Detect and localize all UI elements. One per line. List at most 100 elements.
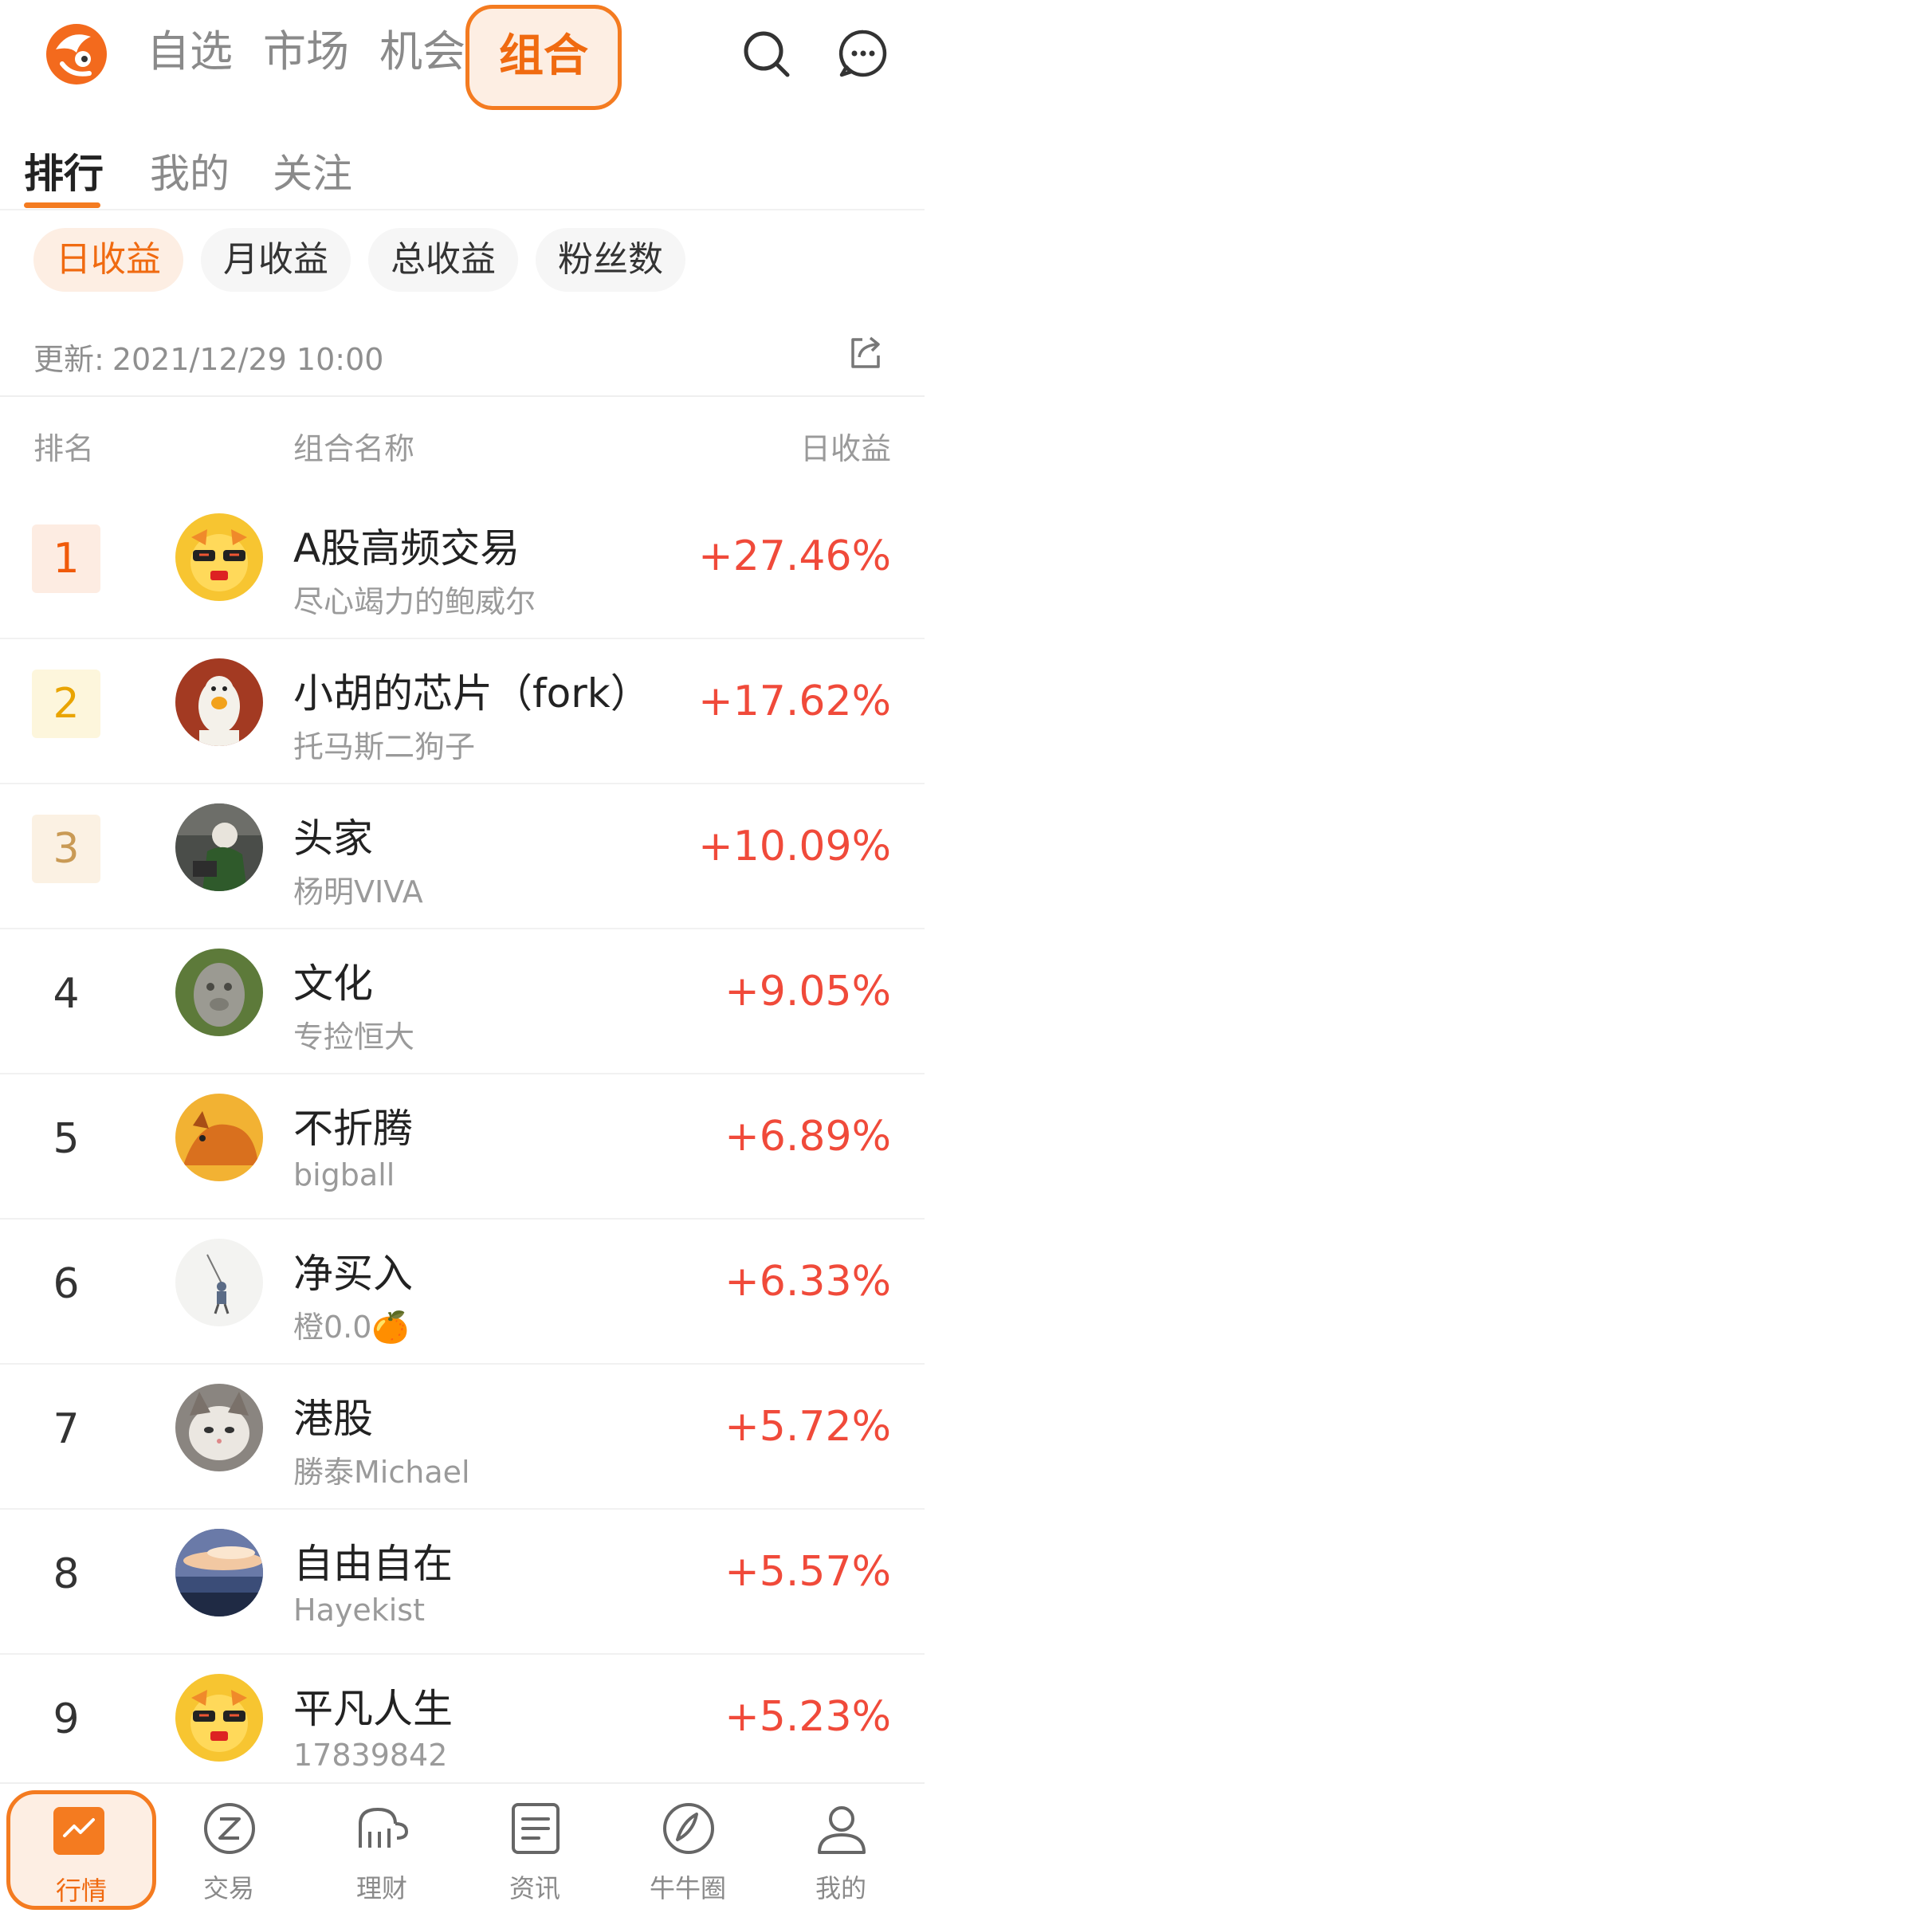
portfolio-name: 港股 <box>293 1396 373 1442</box>
column-header-gain[interactable]: 日收益 <box>717 424 891 468</box>
ranking-row[interactable]: 1 A股高频交易 尽心竭力的鲍威尔 +27.46% <box>0 494 925 639</box>
portfolio-name: A股高频交易 <box>293 525 520 572</box>
bottom-tab-wealth[interactable]: 理财 <box>306 1784 457 1913</box>
bottom-tab-label: 资讯 <box>509 1873 560 1903</box>
tab-watchlist[interactable]: 自选 <box>147 24 233 80</box>
profile-icon <box>818 1806 866 1854</box>
bottom-tab-label: 牛牛圈 <box>649 1873 726 1903</box>
tab-portfolio[interactable]: 组合 <box>465 5 622 110</box>
avatar[interactable] <box>175 1674 263 1762</box>
ranking-list: 1 A股高频交易 尽心竭力的鲍威尔 +27.46% 2 小胡的芯片（fork） … <box>0 494 925 1800</box>
rank-number: 6 <box>53 1260 80 1308</box>
portfolio-name: 不折腾 <box>293 1106 413 1152</box>
column-header-name: 组合名称 <box>293 431 415 466</box>
ranking-row[interactable]: 4 文化 专捡恒大 +9.05% <box>0 929 925 1074</box>
chart-icon <box>53 1807 104 1855</box>
bottom-tab-label: 交易 <box>202 1873 254 1903</box>
daily-gain: +9.05% <box>724 968 891 1015</box>
bottom-tab-news[interactable]: 资讯 <box>459 1784 611 1913</box>
bottom-tab-community[interactable]: 牛牛圈 <box>612 1784 764 1913</box>
ranking-row[interactable]: 7 港股 勝泰Michael +5.72% <box>0 1365 925 1510</box>
update-label: 更新: <box>33 342 104 377</box>
portfolio-owner: Hayekist <box>293 1593 425 1628</box>
community-icon <box>663 1803 714 1854</box>
daily-gain: +5.23% <box>724 1693 891 1741</box>
bottom-tab-trade[interactable]: 交易 <box>153 1784 304 1913</box>
daily-gain: +6.89% <box>724 1113 891 1161</box>
message-icon[interactable] <box>837 27 889 80</box>
ranking-row[interactable]: 2 小胡的芯片（fork） 托马斯二狗子 +17.62% <box>0 639 925 784</box>
avatar[interactable] <box>175 949 263 1036</box>
filter-chips: 日收益 月收益 总收益 粉丝数 <box>0 228 925 292</box>
update-time: 更新: 2021/12/29 10:00 <box>33 335 383 379</box>
avatar[interactable] <box>175 1239 263 1326</box>
portfolio-name: 平凡人生 <box>293 1686 453 1732</box>
top-nav: 自选 市场 机会 组合 <box>0 0 925 112</box>
app-logo-icon[interactable] <box>40 18 113 91</box>
daily-gain: +5.72% <box>724 1403 891 1451</box>
portfolio-owner: 17839842 <box>293 1738 448 1773</box>
daily-gain: +5.57% <box>724 1548 891 1596</box>
trade-icon <box>204 1803 255 1854</box>
portfolio-name: 自由自在 <box>293 1541 453 1587</box>
portfolio-owner: 橙0.0🍊 <box>293 1310 410 1345</box>
avatar[interactable] <box>175 1384 263 1471</box>
filter-followers[interactable]: 粉丝数 <box>536 228 685 292</box>
portfolio-owner: 尽心竭力的鲍威尔 <box>293 584 536 619</box>
tab-market[interactable]: 市场 <box>263 24 349 80</box>
daily-gain: +6.33% <box>724 1258 891 1306</box>
rank-number: 8 <box>53 1550 80 1598</box>
rank-badge: 3 <box>32 815 100 883</box>
avatar[interactable] <box>175 1094 263 1181</box>
bottom-tab-market[interactable]: 行情 <box>6 1790 156 1910</box>
subtab-ranking[interactable]: 排行 <box>24 142 104 199</box>
portfolio-owner: 杨明VIVA <box>293 874 423 909</box>
filter-total-return[interactable]: 总收益 <box>368 228 518 292</box>
avatar[interactable] <box>175 658 263 746</box>
news-icon <box>512 1803 560 1854</box>
filter-daily-return[interactable]: 日收益 <box>33 228 183 292</box>
portfolio-owner: 专捡恒大 <box>293 1019 415 1055</box>
portfolio-name: 头家 <box>293 815 373 862</box>
bottom-tab-label: 行情 <box>55 1876 107 1906</box>
portfolio-name: 文化 <box>293 960 373 1007</box>
bottom-tab-bar: 行情 交易 理财 资讯 牛牛圈 我的 <box>0 1782 925 1913</box>
rank-number: 4 <box>53 970 80 1018</box>
filter-monthly-return[interactable]: 月收益 <box>201 228 351 292</box>
search-icon[interactable] <box>740 27 792 80</box>
ranking-row[interactable]: 5 不折腾 bigball +6.89% <box>0 1074 925 1220</box>
ranking-row[interactable]: 9 平凡人生 17839842 +5.23% <box>0 1655 925 1800</box>
tab-opportunity[interactable]: 机会 <box>379 24 465 80</box>
avatar[interactable] <box>175 513 263 601</box>
portfolio-name: 小胡的芯片（fork） <box>293 670 650 717</box>
divider <box>0 395 925 397</box>
avatar[interactable] <box>175 803 263 891</box>
portfolio-owner: bigball <box>293 1157 395 1192</box>
rank-badge: 2 <box>32 670 100 738</box>
share-icon[interactable] <box>846 333 885 371</box>
bottom-tab-label: 我的 <box>815 1873 866 1903</box>
avatar[interactable] <box>175 1529 263 1616</box>
portfolio-name: 净买入 <box>293 1251 413 1297</box>
daily-gain: +27.46% <box>698 532 891 580</box>
ranking-row[interactable]: 8 自由自在 Hayekist +5.57% <box>0 1510 925 1655</box>
ranking-row[interactable]: 3 头家 杨明VIVA +10.09% <box>0 784 925 929</box>
bottom-tab-label: 理财 <box>355 1873 407 1903</box>
sub-tabs: 排行 我的 关注 <box>0 128 925 210</box>
rank-number: 7 <box>53 1405 80 1453</box>
bottom-tab-profile[interactable]: 我的 <box>765 1784 917 1913</box>
column-header-rank: 排名 <box>33 431 95 466</box>
rank-number: 5 <box>53 1115 80 1163</box>
daily-gain: +10.09% <box>698 823 891 870</box>
rank-number: 9 <box>53 1695 80 1743</box>
active-tab-indicator <box>24 202 100 208</box>
portfolio-owner: 托马斯二狗子 <box>293 729 476 764</box>
subtab-mine[interactable]: 我的 <box>150 142 230 199</box>
rank-badge: 1 <box>32 524 100 593</box>
subtab-following[interactable]: 关注 <box>273 142 352 199</box>
wealth-icon <box>359 1807 409 1848</box>
update-value: 2021/12/29 10:00 <box>112 342 384 377</box>
app-screen: 自选 市场 机会 组合 排行 我的 关注 日收益 月收益 总收益 粉丝数 更新:… <box>0 0 925 1913</box>
ranking-row[interactable]: 6 净买入 橙0.0🍊 +6.33% <box>0 1220 925 1365</box>
daily-gain: +17.62% <box>698 678 891 725</box>
